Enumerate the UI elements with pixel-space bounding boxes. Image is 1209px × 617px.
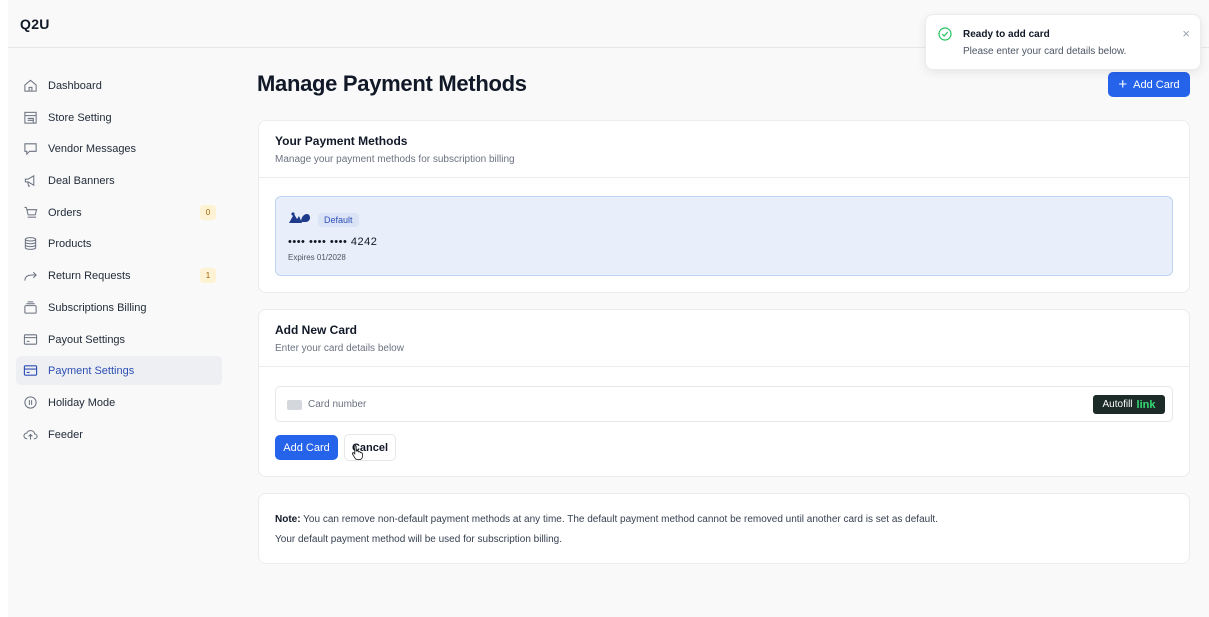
note-text-2: Your default payment method will be used… — [275, 534, 563, 545]
upload-cloud-icon — [22, 427, 38, 443]
returns-count-badge: 1 — [200, 268, 216, 283]
forward-arrow-icon — [22, 268, 38, 284]
sidebar: Dashboard Store Setting Vendor Messages … — [8, 48, 228, 617]
toast-message: Please enter your card details below. — [963, 46, 1127, 57]
add-new-card-header: Add New Card Enter your card details bel… — [259, 310, 1189, 367]
plus-icon: + — [1118, 76, 1128, 93]
payment-methods-card: Your Payment Methods Manage your payment… — [258, 120, 1190, 293]
orders-count-badge: 0 — [200, 205, 216, 220]
sidebar-item-orders[interactable]: Orders 0 — [16, 198, 222, 227]
add-new-card-section: Add New Card Enter your card details bel… — [258, 309, 1190, 477]
sidebar-item-label: Orders — [48, 206, 82, 219]
sidebar-item-label: Payout Settings — [48, 333, 126, 346]
sidebar-item-label: Return Requests — [48, 269, 131, 282]
payment-methods-subtitle: Manage your payment methods for subscrip… — [275, 154, 515, 165]
autofill-link-button[interactable]: Autofill link — [1093, 395, 1165, 414]
database-icon — [22, 236, 38, 252]
autofill-text: Autofill — [1102, 399, 1133, 410]
sidebar-item-label: Vendor Messages — [48, 142, 137, 155]
pause-circle-icon — [22, 395, 38, 411]
sidebar-item-payment-settings[interactable]: Payment Settings — [16, 356, 222, 385]
card-number-masked: •••• •••• •••• 4242 — [288, 236, 378, 248]
toast-title: Ready to add card — [963, 29, 1050, 40]
sidebar-item-label: Dashboard — [48, 79, 102, 92]
payment-methods-title: Your Payment Methods — [275, 134, 408, 148]
add-new-card-title: Add New Card — [275, 323, 358, 337]
add-card-submit-button[interactable]: Add Card — [275, 435, 338, 460]
default-badge: Default — [318, 213, 359, 227]
sidebar-item-store-setting[interactable]: Store Setting — [16, 103, 222, 132]
add-card-header-label: Add Card — [1133, 78, 1180, 91]
sidebar-item-subscriptions-billing[interactable]: Subscriptions Billing — [16, 293, 222, 322]
hand-cursor-icon — [351, 445, 363, 460]
sidebar-item-payout-settings[interactable]: Payout Settings — [16, 325, 222, 354]
sidebar-item-holiday-mode[interactable]: Holiday Mode — [16, 388, 222, 417]
card-brand-logo — [289, 212, 310, 223]
message-icon — [22, 141, 38, 157]
note-card: Note: You can remove non-default payment… — [258, 493, 1190, 564]
megaphone-icon — [22, 173, 38, 189]
note-text-1: You can remove non-default payment metho… — [300, 514, 938, 525]
sidebar-item-label: Holiday Mode — [48, 396, 116, 409]
layers-icon — [22, 300, 38, 316]
wallet-icon — [22, 332, 38, 348]
card-placeholder-icon — [287, 400, 302, 410]
sidebar-item-label: Subscriptions Billing — [48, 301, 147, 314]
add-new-card-subtitle: Enter your card details below — [275, 343, 404, 354]
sidebar-item-return-requests[interactable]: Return Requests 1 — [16, 261, 222, 290]
sidebar-item-products[interactable]: Products — [16, 229, 222, 258]
check-circle-icon — [938, 27, 952, 41]
payment-methods-header: Your Payment Methods Manage your payment… — [259, 121, 1189, 178]
sidebar-item-dashboard[interactable]: Dashboard — [16, 71, 222, 100]
sidebar-item-label: Store Setting — [48, 111, 112, 124]
home-icon — [22, 78, 38, 94]
cart-icon — [22, 205, 38, 221]
sidebar-item-label: Deal Banners — [48, 174, 115, 187]
note-label: Note: — [275, 514, 301, 525]
sidebar-item-label: Products — [48, 237, 92, 250]
sidebar-item-vendor-messages[interactable]: Vendor Messages — [16, 134, 222, 163]
sidebar-item-deal-banners[interactable]: Deal Banners — [16, 166, 222, 195]
saved-card-item[interactable]: Default •••• •••• •••• 4242 Expires 01/2… — [275, 196, 1173, 276]
link-logo: link — [1136, 398, 1156, 411]
credit-card-icon — [22, 363, 38, 379]
add-card-header-button[interactable]: + Add Card — [1108, 72, 1190, 97]
brand-logo[interactable]: Q2U — [20, 16, 50, 32]
close-icon[interactable]: × — [1182, 26, 1190, 41]
card-expiry: Expires 01/2028 — [288, 253, 346, 262]
sidebar-item-feeder[interactable]: Feeder — [16, 420, 222, 449]
card-number-placeholder: Card number — [308, 399, 367, 410]
store-icon — [22, 110, 38, 126]
sidebar-item-label: Feeder — [48, 428, 83, 441]
note-line-1: Note: You can remove non-default payment… — [275, 514, 938, 525]
card-number-input[interactable]: Card number Autofill link — [275, 386, 1173, 422]
sidebar-item-label: Payment Settings — [48, 364, 135, 377]
toast-notification: Ready to add card Please enter your card… — [925, 14, 1201, 70]
page-title: Manage Payment Methods — [257, 71, 527, 96]
